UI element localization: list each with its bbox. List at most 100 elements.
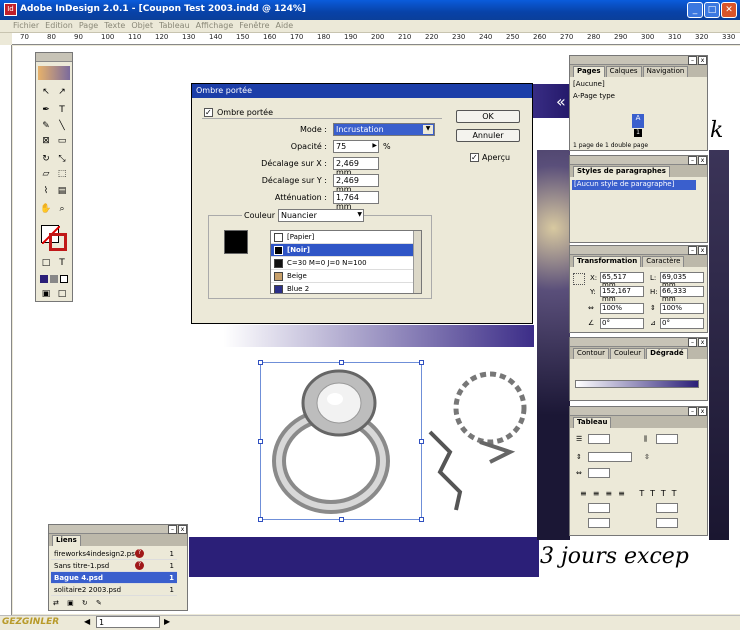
- cancel-button[interactable]: Annuler: [456, 129, 520, 142]
- selection-handle[interactable]: [339, 517, 344, 522]
- offset-y-field[interactable]: 2,469 mm: [333, 174, 379, 194]
- menu-texte[interactable]: Texte: [101, 20, 128, 31]
- eyedropper-tool-icon[interactable]: ⌇: [39, 185, 53, 197]
- direct-selection-tool-icon[interactable]: ↗: [55, 86, 69, 98]
- free-transform-tool-icon[interactable]: ⬚: [55, 168, 69, 180]
- close-icon[interactable]: x: [698, 156, 707, 165]
- style-item[interactable]: [Aucun style de paragraphe]: [572, 180, 696, 190]
- columns-field[interactable]: [656, 434, 678, 444]
- menu-page[interactable]: Page: [76, 20, 101, 31]
- links-toolbar-icons[interactable]: ⇄ ▣ ↻ ✎: [53, 599, 105, 607]
- w-field[interactable]: 69,035 mm: [660, 272, 704, 289]
- close-icon[interactable]: x: [698, 56, 707, 65]
- tab-navigation[interactable]: Navigation: [642, 66, 689, 77]
- line-tool-icon[interactable]: ╲: [55, 120, 69, 132]
- minimize-icon[interactable]: _: [687, 2, 703, 18]
- page-nav-first-icon[interactable]: ◀: [84, 617, 90, 626]
- apply-none-icon[interactable]: [60, 275, 68, 283]
- minimize-icon[interactable]: –: [688, 56, 697, 65]
- scale-y-field[interactable]: 100%: [660, 303, 704, 314]
- tab-pages[interactable]: Pages: [573, 66, 605, 77]
- ok-button[interactable]: OK: [456, 110, 520, 123]
- inset-right-field[interactable]: [656, 518, 678, 528]
- opacity-field[interactable]: 75 ▶: [333, 140, 379, 153]
- selection-handle[interactable]: [419, 517, 424, 522]
- tab-degrade[interactable]: Dégradé: [646, 348, 688, 359]
- swatch-item[interactable]: Blue 2: [271, 283, 421, 293]
- normal-view-icon[interactable]: ▣: [39, 288, 53, 300]
- minimize-icon[interactable]: –: [688, 156, 697, 165]
- preview-view-icon[interactable]: □: [55, 288, 69, 300]
- swatch-item-selected[interactable]: [Noir]: [271, 244, 421, 257]
- swatch-item[interactable]: [Papier]: [271, 231, 421, 244]
- close-icon[interactable]: x: [698, 407, 707, 416]
- x-field[interactable]: 65,517 mm: [600, 272, 644, 289]
- minimize-icon[interactable]: –: [688, 246, 697, 255]
- rows-field[interactable]: [588, 434, 610, 444]
- link-row[interactable]: Sans titre-1.psd? 1: [51, 560, 177, 572]
- swatch-item[interactable]: C=30 M=0 J=0 N=100: [271, 257, 421, 270]
- rotate-field[interactable]: 0°: [600, 318, 644, 329]
- close-icon[interactable]: x: [698, 338, 707, 347]
- inset-top-field[interactable]: [588, 503, 610, 513]
- zoom-tool-icon[interactable]: ⌕: [55, 203, 69, 215]
- blur-field[interactable]: 1,764 mm: [333, 191, 379, 211]
- page-thumbnail[interactable]: A: [632, 114, 644, 128]
- menu-edition[interactable]: Edition: [42, 20, 76, 31]
- apply-color-icon[interactable]: [40, 275, 48, 283]
- tab-paragraph-styles[interactable]: Styles de paragraphes: [573, 166, 670, 177]
- formatting-text-icon[interactable]: T: [55, 257, 69, 269]
- link-row[interactable]: fireworks4indesign2.psd? 1: [51, 548, 177, 560]
- tab-contour[interactable]: Contour: [573, 348, 609, 359]
- menu-fenetre[interactable]: Fenêtre: [236, 20, 272, 31]
- master-a-page[interactable]: A-Page type: [573, 92, 615, 100]
- selection-handle[interactable]: [258, 439, 263, 444]
- link-row[interactable]: solitaire2 2003.psd 1: [51, 584, 177, 596]
- tab-caractere[interactable]: Caractère: [642, 256, 685, 267]
- column-width-field[interactable]: [588, 468, 610, 478]
- menu-affichage[interactable]: Affichage: [193, 20, 237, 31]
- menu-fichier[interactable]: Fichier: [10, 20, 42, 31]
- pencil-tool-icon[interactable]: ✎: [39, 120, 53, 132]
- gradient-tool-icon[interactable]: ▤: [55, 185, 69, 197]
- type-tool-icon[interactable]: T: [55, 104, 69, 116]
- ring-frame[interactable]: [258, 360, 424, 522]
- tab-liens[interactable]: Liens: [52, 535, 81, 546]
- page-number-field[interactable]: 1: [96, 616, 160, 628]
- shear-field[interactable]: 0°: [660, 318, 704, 329]
- master-none[interactable]: [Aucune]: [573, 80, 605, 88]
- hand-tool-icon[interactable]: ✋: [39, 203, 53, 215]
- tab-tableau[interactable]: Tableau: [573, 417, 612, 428]
- tab-couleur[interactable]: Couleur: [609, 348, 646, 359]
- menu-objet[interactable]: Objet: [128, 20, 156, 31]
- selection-handle[interactable]: [258, 517, 263, 522]
- scale-x-field[interactable]: 100%: [600, 303, 644, 314]
- shear-tool-icon[interactable]: ▱: [39, 168, 53, 180]
- selection-handle[interactable]: [339, 360, 344, 365]
- color-select[interactable]: Nuancier ▼: [278, 209, 364, 222]
- swatch-list[interactable]: [Papier] [Noir] C=30 M=0 J=0 N=100 Beige…: [270, 230, 422, 294]
- preview-checkbox[interactable]: ✓: [470, 153, 479, 162]
- swatch-item[interactable]: Beige: [271, 270, 421, 283]
- stroke-swatch-icon[interactable]: [49, 233, 67, 251]
- minimize-icon[interactable]: –: [168, 525, 177, 534]
- tab-calques[interactable]: Calques: [605, 66, 642, 77]
- link-row-selected[interactable]: Bague 4.psd 1: [51, 572, 177, 584]
- selection-handle[interactable]: [258, 360, 263, 365]
- scale-tool-icon[interactable]: ⤡: [55, 153, 69, 165]
- minimize-icon[interactable]: –: [688, 407, 697, 416]
- close-icon[interactable]: x: [178, 525, 187, 534]
- alignment-icons[interactable]: ≡≡≡≡ TTTT: [580, 489, 682, 498]
- selection-tool-icon[interactable]: ↖: [39, 86, 53, 98]
- swatch-scrollbar[interactable]: [413, 231, 421, 293]
- gradient-ramp[interactable]: [575, 380, 699, 388]
- inset-bottom-field[interactable]: [588, 518, 610, 528]
- inset-left-field[interactable]: [656, 503, 678, 513]
- menu-aide[interactable]: Aide: [272, 20, 296, 31]
- close-icon[interactable]: ✕: [721, 2, 737, 18]
- rectangle-frame-tool-icon[interactable]: ⊠: [39, 135, 53, 147]
- h-field[interactable]: 66,333 mm: [660, 286, 704, 303]
- rectangle-tool-icon[interactable]: ▭: [55, 135, 69, 147]
- pen-tool-icon[interactable]: ✒: [39, 104, 53, 116]
- tab-transformation[interactable]: Transformation: [573, 256, 642, 267]
